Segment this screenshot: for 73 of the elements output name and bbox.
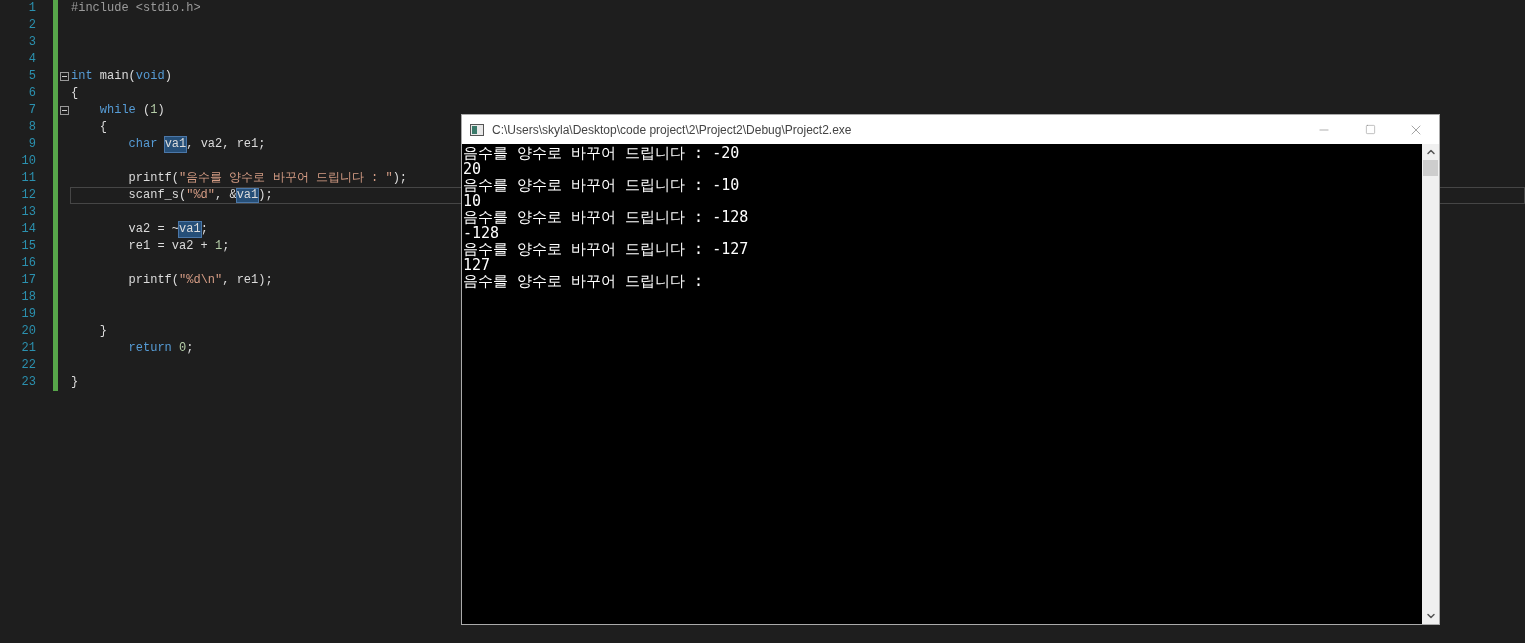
line-number: 22 [20, 358, 36, 373]
line-number: 4 [27, 52, 36, 67]
code-token: #include <stdio.h> [71, 1, 201, 16]
console-output-line: -128 [463, 225, 500, 241]
code-token: printf( [127, 273, 180, 288]
console-output-line: 127 [463, 257, 491, 273]
code-token: ) [157, 103, 165, 118]
line-number: 9 [27, 137, 36, 152]
code-token: printf( [127, 171, 180, 186]
code-token: while [98, 103, 136, 118]
console-output-line: 음수를 양수로 바꾸어 드립니다 : -127 [463, 241, 750, 257]
line-number: 1 [27, 1, 36, 16]
line-number: 3 [27, 35, 36, 50]
line-number: 11 [20, 171, 36, 186]
code-token: 0 [179, 341, 187, 356]
code-token: return [127, 341, 173, 356]
console-output-line: 음수를 양수로 바꾸어 드립니다 : -20 [463, 145, 741, 161]
line-number: 17 [20, 273, 36, 288]
console-output-line: 10 [463, 193, 482, 209]
code-token: ; [200, 222, 208, 237]
code-token: re1 = va2 + [127, 239, 209, 254]
code-token: ( [142, 103, 151, 118]
code-token: scanf_s( [127, 189, 187, 202]
line-number: 14 [20, 222, 36, 237]
code-token: "%d\n" [179, 273, 223, 288]
maximize-icon[interactable] [1364, 124, 1376, 135]
code-token: , va2, re1; [186, 137, 266, 152]
code-token: int [71, 69, 93, 84]
console-output-line: 음수를 양수로 바꾸어 드립니다 : -10 [463, 177, 741, 193]
line-number: 19 [20, 307, 36, 322]
code-token: "음수를 양수로 바꾸어 드립니다 : " [179, 171, 393, 186]
scrollbar[interactable] [1422, 144, 1439, 624]
line-number: 7 [27, 103, 36, 118]
line-number: 16 [20, 256, 36, 271]
line-number: 12 [20, 188, 36, 203]
code-token: { [98, 120, 107, 135]
highlighted-identifier: va1 [164, 137, 187, 152]
code-token: main( [98, 69, 136, 84]
code-token: va2 = ~ [127, 222, 180, 237]
scroll-thumb[interactable] [1423, 160, 1438, 176]
line-number: 18 [20, 290, 36, 305]
console-output-line: 20 [463, 161, 482, 177]
code-token: } [71, 375, 79, 390]
line-number: 21 [20, 341, 36, 356]
line-number: 15 [20, 239, 36, 254]
line-number: 8 [27, 120, 36, 135]
collapse-icon[interactable] [59, 106, 69, 115]
line-number: 2 [27, 18, 36, 33]
console-output-line: 음수를 양수로 바꾸어 드립니다 : [463, 273, 705, 289]
line-number: 10 [20, 154, 36, 169]
code-token: , re1); [222, 273, 273, 288]
line-number: 23 [20, 375, 36, 390]
code-token: ; [186, 341, 194, 356]
code-token: 1 [215, 239, 223, 254]
code-token: 1 [150, 103, 158, 118]
line-number: 5 [27, 69, 36, 84]
line-number: 20 [20, 324, 36, 339]
code-token: "%d" [186, 189, 216, 202]
code-token: ) [164, 69, 172, 84]
line-number: 13 [20, 205, 36, 220]
highlighted-identifier: va1 [236, 189, 259, 202]
console-app-icon [470, 123, 484, 136]
highlighted-identifier: va1 [179, 222, 201, 237]
window-title: C:\Users\skyla\Desktop\code project\2\Project2\Debug\Project2.exe [492, 121, 852, 139]
collapse-icon[interactable] [59, 72, 69, 81]
line-number: 6 [27, 86, 36, 101]
code-token: } [98, 324, 107, 339]
code-token: char [127, 137, 159, 152]
code-token: ); [392, 171, 408, 186]
code-token: void [135, 69, 165, 84]
console-output-line: 음수를 양수로 바꾸어 드립니다 : -128 [463, 209, 750, 225]
code-token: ; [222, 239, 230, 254]
code-token: { [71, 86, 79, 101]
